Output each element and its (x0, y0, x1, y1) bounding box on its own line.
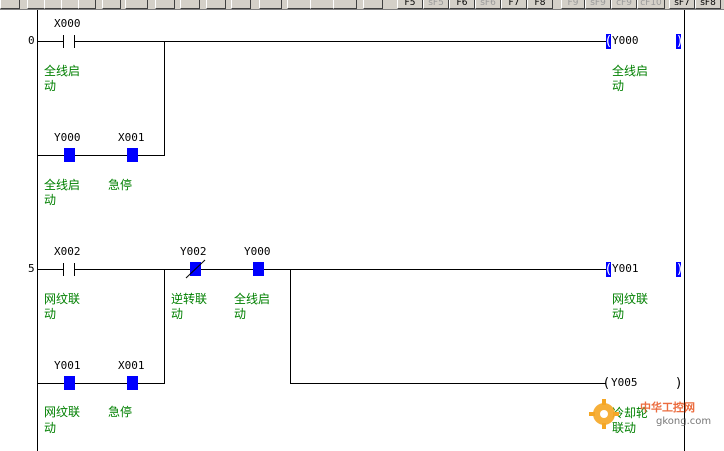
toolbar-button[interactable] (363, 0, 383, 9)
toolbar-button[interactable] (333, 0, 357, 9)
ladder-editor[interactable]: 0 5 X000 全线启 动 Y000 全线启 动 X001 急停 ( ) Y0… (0, 10, 724, 451)
toolbar-button[interactable] (206, 0, 226, 9)
contact-address: Y000 (54, 131, 81, 144)
toolbar-button[interactable] (287, 0, 311, 9)
contact-comment: 动 (171, 307, 183, 321)
contact-address: X001 (118, 359, 145, 372)
coil-address: Y001 (612, 262, 639, 275)
contact-y001[interactable] (64, 376, 75, 390)
contact-address: Y002 (180, 245, 207, 258)
svg-text:): ) (676, 376, 681, 391)
toolbar-button[interactable] (27, 0, 45, 9)
contact-address: Y000 (244, 245, 271, 258)
toolbar-button[interactable] (310, 0, 334, 9)
toolbar-button[interactable] (0, 0, 20, 9)
svg-text:): ) (677, 34, 682, 49)
fkey-button[interactable]: cF10 (637, 0, 665, 9)
contact-comment: 动 (44, 307, 56, 321)
contact-comment: 动 (44, 421, 56, 435)
watermark-title: 中华工控网 (640, 400, 695, 414)
fkey-button[interactable]: F6 (449, 0, 475, 9)
svg-text:(: ( (606, 262, 611, 277)
watermark-url: gkong.com (656, 416, 711, 427)
contact-comment: 逆转联 (171, 291, 207, 306)
fkey-button[interactable]: sF5 (423, 0, 449, 9)
contact-comment: 急停 (108, 177, 132, 192)
step-number: 0 (28, 34, 35, 47)
toolbar-button[interactable] (180, 0, 200, 9)
svg-text:(: ( (606, 34, 611, 49)
coil-address: Y005 (611, 376, 638, 389)
contact-comment: 急停 (108, 404, 132, 419)
contact-address: X002 (54, 245, 81, 258)
fkey-button[interactable]: sF7 (669, 0, 695, 9)
monitor-icon[interactable] (259, 0, 282, 9)
contact-y000[interactable] (253, 262, 264, 276)
contact-comment: 动 (234, 307, 246, 321)
toolbar-button[interactable] (102, 0, 121, 9)
fkey-button[interactable]: sF8 (695, 0, 721, 9)
toolbar-button[interactable] (44, 0, 62, 9)
fkey-button[interactable]: sF9 (585, 0, 611, 9)
contact-address: X001 (118, 131, 145, 144)
step-number: 5 (28, 262, 35, 275)
coil-address: Y000 (612, 34, 639, 47)
watermark: 中华工控网 gkong.com (589, 399, 711, 429)
contact-comment: 网纹联 (44, 405, 80, 419)
contact-comment: 动 (44, 79, 56, 93)
fkey-button[interactable]: F5 (397, 0, 423, 9)
contact-x001[interactable] (127, 376, 138, 390)
contact-address: X000 (54, 17, 81, 30)
coil-comment: 联动 (612, 421, 636, 435)
toolbar-button[interactable] (155, 0, 175, 9)
svg-text:): ) (677, 262, 682, 277)
coil-comment: 网纹联 (612, 292, 648, 306)
fkey-button[interactable]: F7 (501, 0, 527, 9)
svg-text:(: ( (604, 376, 609, 391)
toolbar-button[interactable] (78, 0, 96, 9)
fkey-button[interactable]: cF9 (611, 0, 637, 9)
fkey-button[interactable]: sF6 (475, 0, 501, 9)
toolbar-button[interactable] (61, 0, 79, 9)
contact-comment: 网纹联 (44, 292, 80, 306)
coil-comment: 动 (612, 307, 624, 321)
magnifier-icon[interactable] (125, 0, 148, 9)
contact-x002[interactable] (63, 263, 75, 276)
contact-comment: 全线启 (234, 291, 270, 306)
contact-comment: 全线启 (44, 63, 80, 78)
fkey-button[interactable]: F9 (561, 0, 585, 9)
contact-comment: 动 (44, 193, 56, 207)
coil-comment: 动 (612, 79, 624, 93)
contact-y000[interactable] (64, 148, 75, 162)
contact-x001[interactable] (127, 148, 138, 162)
fkey-button[interactable]: F8 (527, 0, 553, 9)
contact-address: Y001 (54, 359, 81, 372)
toolbar: F5 sF5 F6 sF6 F7 F8 F9 sF9 cF9 cF10 sF7 … (0, 0, 724, 10)
coil-comment: 全线启 (612, 63, 648, 78)
contact-x000[interactable] (63, 35, 75, 48)
toolbar-button[interactable] (231, 0, 251, 9)
contact-comment: 全线启 (44, 177, 80, 192)
